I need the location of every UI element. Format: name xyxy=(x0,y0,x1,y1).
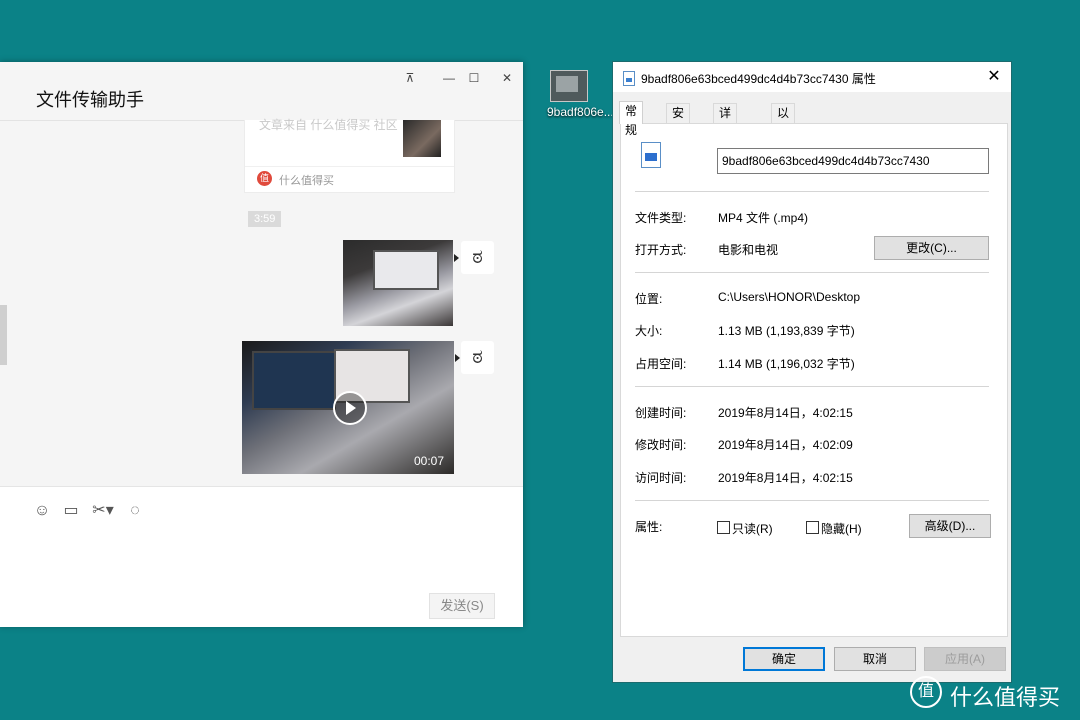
smzdm-logo-icon: 值 xyxy=(257,171,272,186)
disk-size-value: 1.14 MB (1,196,032 字节) xyxy=(718,357,855,371)
sent-video[interactable]: 00:07 xyxy=(242,341,454,474)
card-divider xyxy=(245,166,454,167)
location-value: C:\Users\HONOR\Desktop xyxy=(718,290,861,304)
card-faded-text: 文章来自 什么值得买 社区 xyxy=(259,118,398,132)
created-label: 创建时间: xyxy=(635,406,687,420)
cancel-button[interactable]: 取消 xyxy=(834,647,916,671)
bubble-tail xyxy=(455,354,460,362)
scrollbar[interactable] xyxy=(0,305,7,365)
tab-security[interactable]: 安全 xyxy=(666,103,691,139)
video-file-icon xyxy=(641,142,661,168)
accessed-value: 2019年8月14日，4:02:15 xyxy=(718,471,853,485)
dialog-titlebar: 9badf806e63bced499dc4d4b73cc7430 属性 ✕ xyxy=(613,62,1011,92)
play-icon[interactable] xyxy=(333,391,367,425)
bubble-tail xyxy=(454,254,459,262)
ok-button[interactable]: 确定 xyxy=(743,647,825,671)
desktop-icon-label: 9badf806e... xyxy=(547,105,614,119)
properties-dialog: 9badf806e63bced499dc4d4b73cc7430 属性 ✕ 常规… xyxy=(612,61,1012,683)
accessed-label: 访问时间: xyxy=(635,471,687,485)
apply-button[interactable]: 应用(A) xyxy=(924,647,1006,671)
change-button[interactable]: 更改(C)... xyxy=(874,236,989,260)
modified-value: 2019年8月14日，4:02:09 xyxy=(718,438,853,452)
size-label: 大小: xyxy=(635,324,663,338)
card-source: 什么值得买 xyxy=(279,175,334,187)
close-icon[interactable]: ✕ xyxy=(983,66,1005,88)
attributes-label: 属性: xyxy=(635,520,663,534)
input-area[interactable]: ☺ ▭ ✂▾ ◌ 发送(S) xyxy=(0,486,523,627)
message-time: 3:59 xyxy=(248,211,282,227)
emoji-icon[interactable]: ☺ xyxy=(32,501,52,521)
open-with-label: 打开方式: xyxy=(635,243,687,257)
watermark-text: 什么值得买 xyxy=(950,685,1061,710)
readonly-checkbox[interactable] xyxy=(717,521,730,534)
chat-history-icon[interactable]: ◌ xyxy=(125,501,145,521)
file-icon xyxy=(623,71,635,86)
tab-details[interactable]: 详细信息 xyxy=(713,103,738,177)
general-panel: 9badf806e63bced499dc4d4b73cc7430 文件类型: M… xyxy=(620,123,1008,637)
card-thumbnail xyxy=(403,120,441,157)
wechat-window: 文件传输助手 ⊼ — ☐ ✕ 文章来自 什么值得买 社区 值 什么值得买 3:5… xyxy=(0,62,523,627)
send-button[interactable]: 发送(S) xyxy=(429,593,495,619)
dialog-title: 9badf806e63bced499dc4d4b73cc7430 属性 xyxy=(641,72,876,86)
divider xyxy=(635,272,989,273)
folder-icon[interactable]: ▭ xyxy=(61,501,81,521)
avatar[interactable]: ಠ xyxy=(461,241,494,274)
video-thumbnail-icon xyxy=(550,70,588,102)
desktop-file-icon[interactable]: 9badf806e... xyxy=(533,70,614,119)
hidden-label: 隐藏(H) xyxy=(821,522,862,536)
article-card[interactable]: 文章来自 什么值得买 社区 值 什么值得买 xyxy=(244,118,455,193)
scissors-icon[interactable]: ✂▾ xyxy=(90,501,116,521)
chat-header: 文件传输助手 ⊼ — ☐ ✕ xyxy=(0,62,523,121)
divider xyxy=(635,191,989,192)
divider xyxy=(635,386,989,387)
avatar[interactable]: ಠ xyxy=(461,341,494,374)
type-value: MP4 文件 (.mp4) xyxy=(718,211,809,225)
location-label: 位置: xyxy=(635,292,663,306)
readonly-label: 只读(R) xyxy=(732,522,773,536)
sent-photo[interactable] xyxy=(343,240,453,326)
pin-icon[interactable]: ⊼ xyxy=(399,68,421,88)
open-with-value: 电影和电视 xyxy=(718,243,779,257)
size-value: 1.13 MB (1,193,839 字节) xyxy=(718,324,855,338)
advanced-button[interactable]: 高级(D)... xyxy=(909,514,991,538)
photo-screen xyxy=(373,250,439,290)
tab-previous-versions[interactable]: 以前的版本 xyxy=(771,103,796,196)
tab-general[interactable]: 常规 xyxy=(619,101,644,137)
filename-field[interactable]: 9badf806e63bced499dc4d4b73cc7430 xyxy=(717,148,989,174)
maximize-button[interactable]: ☐ xyxy=(463,68,485,88)
minimize-button[interactable]: — xyxy=(438,68,460,88)
created-value: 2019年8月14日，4:02:15 xyxy=(718,406,853,420)
close-button[interactable]: ✕ xyxy=(496,68,518,88)
watermark-logo-icon: 值 xyxy=(910,676,942,708)
divider xyxy=(635,500,989,501)
hidden-checkbox[interactable] xyxy=(806,521,819,534)
chat-title: 文件传输助手 xyxy=(36,90,144,110)
video-duration: 00:07 xyxy=(413,454,444,468)
disk-size-label: 占用空间: xyxy=(635,357,687,371)
type-label: 文件类型: xyxy=(635,211,687,225)
modified-label: 修改时间: xyxy=(635,438,687,452)
video-laptop-left xyxy=(252,351,336,410)
